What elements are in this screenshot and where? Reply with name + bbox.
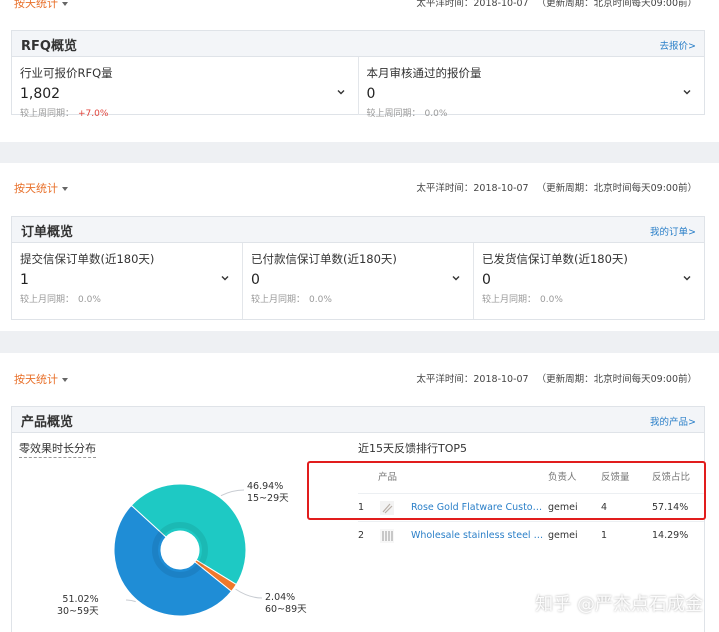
metric-submitted-orders: 提交信保订单数(近180天) 1 较上月同期： 0.0% bbox=[12, 243, 243, 319]
pie-label-percent: 51.02% bbox=[62, 594, 99, 605]
metric-value: 0 bbox=[366, 86, 376, 102]
metric-paid-orders: 已付款信保订单数(近180天) 0 较上月同期： 0.0% bbox=[243, 243, 474, 319]
pie-label-15-29: 46.94% 15~29天 bbox=[247, 481, 289, 505]
metric-compare: 较上月同期： 0.0% bbox=[482, 292, 704, 305]
date-filter-label: 按天统计 bbox=[14, 373, 58, 386]
chevron-down-icon[interactable] bbox=[336, 87, 346, 97]
row-rank: 2 bbox=[358, 530, 365, 541]
card-header: RFQ概览 去报价> bbox=[12, 31, 704, 57]
date-filter-dropdown[interactable]: 按天统计 bbox=[14, 371, 68, 387]
metric-label: 已付款信保订单数(近180天) bbox=[251, 252, 397, 266]
compare-label: 较上月同期： bbox=[20, 295, 75, 305]
section-rfq: 按天统计 太平洋时间：2018-10-07 （更新周期：北京时间每天09:00前）… bbox=[0, 0, 719, 142]
metric-rfq-count: 行业可报价RFQ量 1,802 较上周同期： +7.0% bbox=[12, 57, 359, 119]
compare-label: 较上月同期： bbox=[251, 295, 306, 305]
card-title: 订单概览 bbox=[21, 225, 74, 240]
compare-label: 较上周同期： bbox=[366, 109, 421, 119]
compare-label: 较上周同期： bbox=[20, 109, 75, 119]
pie-label-range: 30~59天 bbox=[57, 606, 99, 617]
metrics-row: 行业可报价RFQ量 1,802 较上周同期： +7.0% 本月审核通过的报价量 0… bbox=[12, 57, 705, 119]
flatware-thumbnail bbox=[380, 529, 394, 543]
caret-down-icon bbox=[62, 2, 68, 6]
caret-down-icon bbox=[62, 187, 68, 191]
go-quote-link[interactable]: 去报价> bbox=[660, 38, 696, 52]
rfq-card: RFQ概览 去报价> 行业可报价RFQ量 1,802 较上周同期： +7.0% 本… bbox=[11, 30, 705, 119]
my-orders-link[interactable]: 我的订单> bbox=[650, 224, 696, 238]
section-orders: 按天统计 太平洋时间：2018-10-07 （更新周期：北京时间每天09:00前）… bbox=[0, 163, 719, 331]
pie-label-percent: 46.94% bbox=[247, 481, 284, 492]
metrics-row: 提交信保订单数(近180天) 1 较上月同期： 0.0% 已付款信保订单数(近18… bbox=[12, 243, 704, 319]
row-count: 1 bbox=[601, 530, 608, 541]
pie-label-60-89: 2.04% 60~89天 bbox=[265, 592, 307, 616]
metric-compare: 较上周同期： +7.0% bbox=[20, 106, 358, 119]
metric-shipped-orders: 已发货信保订单数(近180天) 0 较上月同期： 0.0% bbox=[474, 243, 704, 319]
chevron-down-icon[interactable] bbox=[682, 87, 692, 97]
pie-label-percent: 2.04% bbox=[265, 592, 296, 603]
card-header: 订单概览 我的订单> bbox=[12, 217, 704, 243]
pie-label-range: 15~29天 bbox=[247, 493, 289, 504]
metric-approved-quotes: 本月审核通过的报价量 0 较上周同期： 0.0% bbox=[359, 57, 705, 119]
top5-title: 近15天反馈排行TOP5 bbox=[358, 442, 468, 455]
pacific-time: 太平洋时间：2018-10-07 bbox=[416, 0, 529, 9]
pacific-time: 太平洋时间：2018-10-07 bbox=[416, 183, 529, 194]
pie-label-range: 60~89天 bbox=[265, 604, 307, 615]
pacific-time: 太平洋时间：2018-10-07 bbox=[416, 374, 529, 385]
row-owner: gemei bbox=[548, 530, 578, 541]
card-title: RFQ概览 bbox=[21, 39, 77, 54]
chevron-down-icon[interactable] bbox=[451, 273, 461, 283]
card-title: 产品概览 bbox=[21, 415, 74, 430]
compare-value: 0.0% bbox=[309, 295, 332, 305]
watermark: 知乎 @严杰点石成金 bbox=[535, 594, 703, 615]
orders-card: 订单概览 我的订单> 提交信保订单数(近180天) 1 较上月同期： 0.0% 已… bbox=[11, 216, 705, 320]
row-ratio: 14.29% bbox=[652, 530, 689, 541]
caret-down-icon bbox=[62, 378, 68, 382]
metric-label: 提交信保订单数(近180天) bbox=[20, 252, 155, 266]
update-cycle: （更新周期：北京时间每天09:00前） bbox=[536, 183, 697, 194]
compare-value: +7.0% bbox=[78, 109, 109, 119]
update-meta: 太平洋时间：2018-10-07 （更新周期：北京时间每天09:00前） bbox=[408, 180, 697, 194]
compare-value: 0.0% bbox=[78, 295, 101, 305]
metric-compare: 较上月同期： 0.0% bbox=[20, 292, 242, 305]
metric-value: 1,802 bbox=[20, 86, 61, 102]
metric-compare: 较上周同期： 0.0% bbox=[367, 106, 705, 119]
chevron-down-icon[interactable] bbox=[220, 273, 230, 283]
date-filter-dropdown[interactable]: 按天统计 bbox=[14, 0, 68, 11]
metric-value: 0 bbox=[482, 272, 491, 288]
highlight-annotation bbox=[307, 461, 706, 520]
update-cycle: （更新周期：北京时间每天09:00前） bbox=[536, 0, 697, 9]
metric-value: 1 bbox=[20, 272, 29, 288]
compare-label: 较上月同期： bbox=[482, 295, 537, 305]
date-filter-label: 按天统计 bbox=[14, 182, 58, 195]
pie-label-30-59: 51.02% 30~59天 bbox=[57, 594, 99, 618]
metric-label: 已发货信保订单数(近180天) bbox=[482, 252, 628, 266]
table-row: 2 Wholesale stainless steel flatw... gem… bbox=[358, 522, 704, 550]
chevron-down-icon[interactable] bbox=[682, 273, 692, 283]
update-cycle: （更新周期：北京时间每天09:00前） bbox=[536, 374, 697, 385]
my-products-link[interactable]: 我的产品> bbox=[650, 414, 696, 428]
metric-label: 行业可报价RFQ量 bbox=[20, 66, 113, 80]
update-meta: 太平洋时间：2018-10-07 （更新周期：北京时间每天09:00前） bbox=[408, 0, 697, 9]
pie-title: 零效果时长分布 bbox=[19, 440, 96, 458]
metric-label: 本月审核通过的报价量 bbox=[366, 66, 482, 80]
compare-value: 0.0% bbox=[424, 109, 448, 119]
card-header: 产品概览 我的产品> bbox=[12, 407, 704, 433]
compare-value: 0.0% bbox=[540, 295, 563, 305]
metric-value: 0 bbox=[251, 272, 260, 288]
date-filter-label: 按天统计 bbox=[14, 0, 58, 10]
update-meta: 太平洋时间：2018-10-07 （更新周期：北京时间每天09:00前） bbox=[408, 371, 697, 385]
date-filter-dropdown[interactable]: 按天统计 bbox=[14, 180, 68, 196]
product-name-link[interactable]: Wholesale stainless steel flatw... bbox=[411, 522, 546, 550]
metric-compare: 较上月同期： 0.0% bbox=[251, 292, 473, 305]
